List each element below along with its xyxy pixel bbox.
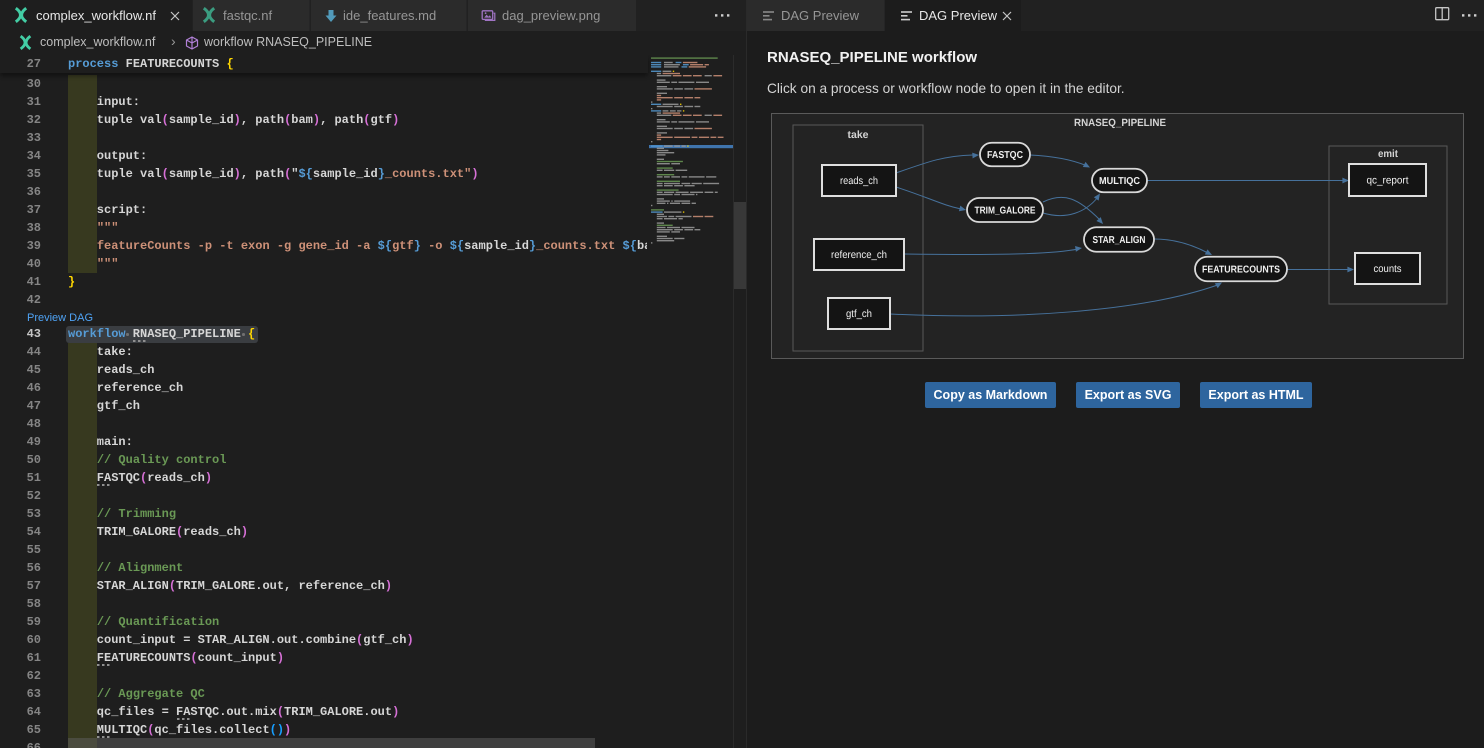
svg-text:emit: emit	[1378, 148, 1398, 160]
svg-text:qc_report: qc_report	[1367, 175, 1409, 187]
svg-text:MULTIQC: MULTIQC	[1099, 176, 1140, 187]
svg-text:TRIM_GALORE: TRIM_GALORE	[975, 206, 1036, 217]
svg-text:take: take	[848, 129, 869, 141]
svg-text:STAR_ALIGN: STAR_ALIGN	[1093, 235, 1146, 246]
svg-text:counts: counts	[1374, 263, 1402, 275]
svg-text:reads_ch: reads_ch	[840, 175, 878, 187]
svg-text:gtf_ch: gtf_ch	[846, 308, 872, 320]
svg-text:RNASEQ_PIPELINE: RNASEQ_PIPELINE	[1074, 117, 1166, 129]
svg-text:reference_ch: reference_ch	[831, 249, 887, 261]
svg-text:FEATURECOUNTS: FEATURECOUNTS	[1202, 265, 1280, 276]
svg-text:FASTQC: FASTQC	[987, 150, 1023, 161]
